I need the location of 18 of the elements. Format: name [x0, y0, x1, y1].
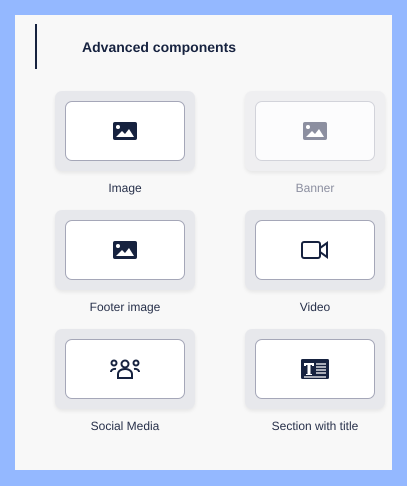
image-icon	[113, 122, 137, 140]
component-label: Footer image	[90, 300, 160, 314]
image-icon	[303, 122, 327, 140]
section-title: Advanced components	[82, 38, 236, 54]
video-camera-icon	[301, 241, 329, 259]
component-label: Video	[300, 300, 330, 314]
component-label: Banner	[296, 181, 334, 195]
image-icon	[113, 241, 137, 259]
component-tile[interactable]	[245, 210, 385, 290]
component-tile[interactable]	[55, 210, 195, 290]
component-tile[interactable]	[55, 91, 195, 171]
component-label: Social Media	[90, 419, 160, 433]
people-icon	[110, 359, 140, 379]
text-section-icon	[301, 359, 329, 379]
component-tile[interactable]	[245, 329, 385, 409]
component-tile[interactable]	[55, 329, 195, 409]
component-label: Image	[108, 181, 142, 195]
component-label: Section with title	[272, 419, 358, 433]
